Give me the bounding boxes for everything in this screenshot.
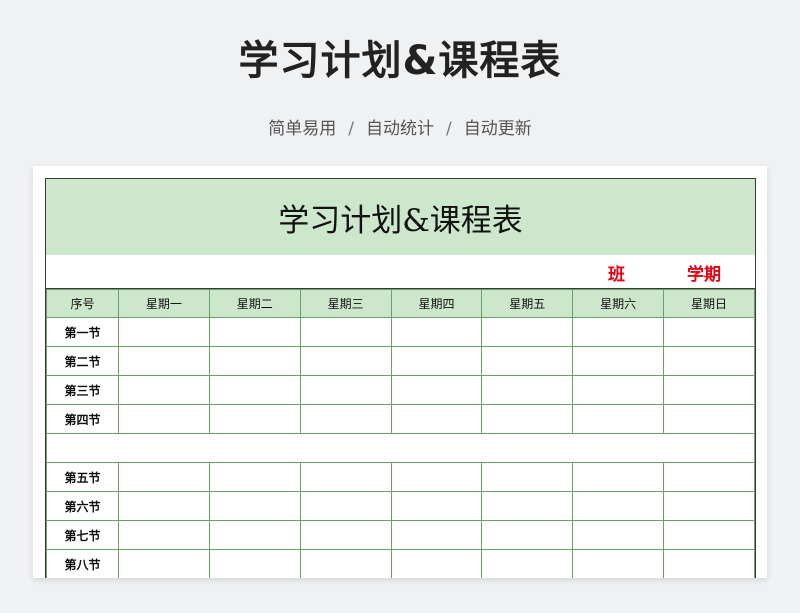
table-row: 第六节: [46, 491, 755, 521]
schedule-cell[interactable]: [208, 375, 301, 405]
class-label: 班: [608, 265, 625, 285]
period-label: 第二节: [46, 346, 119, 376]
table-row: 第五节: [46, 462, 755, 492]
schedule-cell[interactable]: [299, 549, 392, 578]
schedule-cell[interactable]: [299, 462, 392, 492]
table-row: 第四节: [46, 404, 755, 434]
spreadsheet-preview-card: 学习计划&课程表 班 学期 序号 星期一 星期二 星期三 星期四 星期五 星期六…: [33, 166, 767, 578]
column-header-sunday: 星期日: [663, 289, 755, 318]
schedule-cell[interactable]: [118, 520, 210, 550]
schedule-cell[interactable]: [208, 549, 301, 578]
schedule-cell[interactable]: [299, 520, 392, 550]
schedule-cell[interactable]: [663, 549, 755, 578]
column-header-wednesday: 星期三: [299, 289, 392, 318]
period-label: 第四节: [46, 404, 119, 434]
subtitle-separator: /: [348, 119, 354, 139]
schedule-cell[interactable]: [390, 404, 483, 434]
subtitle: 简单易用 / 自动统计 / 自动更新: [0, 114, 800, 139]
subtitle-item-auto-update: 自动更新: [463, 119, 532, 139]
schedule-cell[interactable]: [572, 491, 665, 521]
schedule-cell[interactable]: [208, 491, 301, 521]
schedule-cell[interactable]: [572, 346, 665, 376]
schedule-cell[interactable]: [118, 317, 210, 347]
break-cell[interactable]: [46, 433, 755, 463]
schedule-cell[interactable]: [572, 549, 665, 578]
column-header-monday: 星期一: [118, 289, 210, 318]
schedule-cell[interactable]: [663, 491, 755, 521]
table-row: 第八节: [46, 549, 755, 578]
schedule-cell[interactable]: [481, 491, 574, 521]
term-label: 学期: [687, 265, 721, 285]
table-row: 第一节: [46, 317, 755, 347]
timetable-grid: 序号 星期一 星期二 星期三 星期四 星期五 星期六 星期日 第一节 第二节 第…: [46, 289, 755, 578]
period-label: 第三节: [46, 375, 119, 405]
schedule-cell[interactable]: [663, 375, 755, 405]
period-label: 第五节: [46, 462, 119, 492]
column-header-tuesday: 星期二: [208, 289, 301, 318]
break-row: [46, 433, 755, 463]
table-row: 第二节: [46, 346, 755, 376]
schedule-cell[interactable]: [481, 375, 574, 405]
schedule-cell[interactable]: [390, 520, 483, 550]
schedule-cell[interactable]: [118, 549, 210, 578]
sheet-title: 学习计划&课程表: [46, 179, 755, 255]
schedule-cell[interactable]: [299, 375, 392, 405]
schedule-cell[interactable]: [663, 520, 755, 550]
page-title: 学习计划&课程表: [238, 38, 562, 84]
schedule-cell[interactable]: [208, 520, 301, 550]
class-term-row: 班 学期: [46, 255, 755, 289]
table-row: 第三节: [46, 375, 755, 405]
subtitle-item-auto-stats: 自动统计: [366, 119, 434, 139]
schedule-cell[interactable]: [663, 404, 755, 434]
column-header-saturday: 星期六: [572, 289, 665, 318]
period-label: 第八节: [46, 549, 119, 578]
schedule-cell[interactable]: [208, 462, 301, 492]
schedule-cell[interactable]: [390, 549, 483, 578]
schedule-cell[interactable]: [481, 404, 574, 434]
schedule-cell[interactable]: [299, 491, 392, 521]
period-label: 第七节: [46, 520, 119, 550]
schedule-cell[interactable]: [572, 520, 665, 550]
schedule-cell[interactable]: [208, 317, 301, 347]
schedule-cell[interactable]: [208, 404, 301, 434]
schedule-cell[interactable]: [663, 346, 755, 376]
schedule-cell[interactable]: [572, 404, 665, 434]
schedule-cell[interactable]: [481, 520, 574, 550]
schedule-cell[interactable]: [118, 404, 210, 434]
schedule-cell[interactable]: [390, 317, 483, 347]
schedule-cell[interactable]: [572, 462, 665, 492]
schedule-cell[interactable]: [572, 375, 665, 405]
schedule-cell[interactable]: [481, 462, 574, 492]
schedule-cell[interactable]: [663, 462, 755, 492]
subtitle-item-easy: 简单易用: [268, 119, 337, 139]
schedule-cell[interactable]: [481, 549, 574, 578]
schedule-cell[interactable]: [299, 404, 392, 434]
column-header-index: 序号: [46, 289, 119, 318]
column-header-friday: 星期五: [481, 289, 574, 318]
schedule-cell[interactable]: [208, 346, 301, 376]
period-label: 第一节: [46, 317, 119, 347]
schedule-cell[interactable]: [663, 317, 755, 347]
schedule-cell[interactable]: [390, 462, 483, 492]
column-header-thursday: 星期四: [390, 289, 483, 318]
schedule-cell[interactable]: [299, 346, 392, 376]
subtitle-separator: /: [446, 119, 452, 139]
schedule-cell[interactable]: [299, 317, 392, 347]
timetable-sheet: 学习计划&课程表 班 学期 序号 星期一 星期二 星期三 星期四 星期五 星期六…: [45, 178, 756, 578]
period-label: 第六节: [46, 491, 119, 521]
schedule-cell[interactable]: [572, 317, 665, 347]
schedule-cell[interactable]: [481, 346, 574, 376]
schedule-cell[interactable]: [390, 375, 483, 405]
schedule-cell[interactable]: [481, 317, 574, 347]
schedule-cell[interactable]: [118, 491, 210, 521]
schedule-cell[interactable]: [390, 491, 483, 521]
table-row: 第七节: [46, 520, 755, 550]
schedule-cell[interactable]: [390, 346, 483, 376]
schedule-cell[interactable]: [118, 375, 210, 405]
schedule-cell[interactable]: [118, 462, 210, 492]
schedule-cell[interactable]: [118, 346, 210, 376]
timetable-header-row: 序号 星期一 星期二 星期三 星期四 星期五 星期六 星期日: [46, 289, 755, 318]
